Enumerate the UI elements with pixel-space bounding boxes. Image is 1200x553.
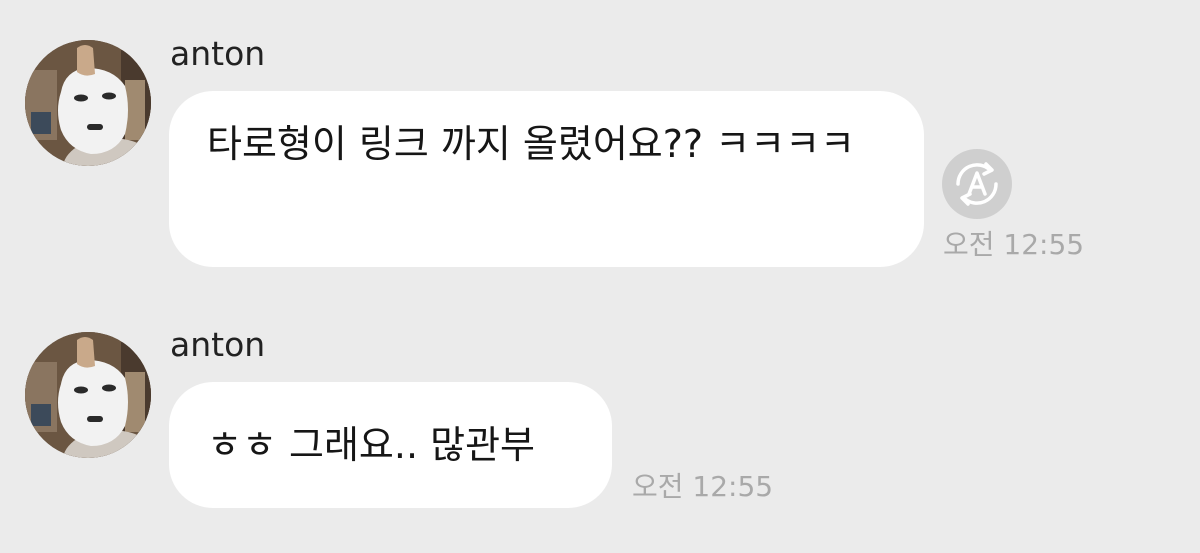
message-timestamp: 오전 12:55 — [943, 228, 1085, 261]
sender-name: anton — [170, 34, 266, 73]
message-timestamp: 오전 12:55 — [632, 470, 774, 503]
auto-translate-button[interactable] — [942, 149, 1012, 219]
avatar-image — [25, 332, 151, 458]
sender-avatar[interactable] — [25, 40, 151, 166]
message-text: 타로형이 링크 까지 올렸어요?? ㅋㅋㅋㅋ — [207, 122, 856, 166]
sender-name: anton — [170, 325, 266, 364]
message-bubble[interactable]: ㅎㅎ 그래요.. 많관부 — [169, 382, 612, 508]
avatar-image — [25, 40, 151, 166]
sender-avatar[interactable] — [25, 332, 151, 458]
auto-translate-icon — [956, 162, 998, 206]
message-text: ㅎㅎ 그래요.. 많관부 — [207, 423, 535, 467]
message-bubble[interactable]: 타로형이 링크 까지 올렸어요?? ㅋㅋㅋㅋ — [169, 91, 924, 267]
